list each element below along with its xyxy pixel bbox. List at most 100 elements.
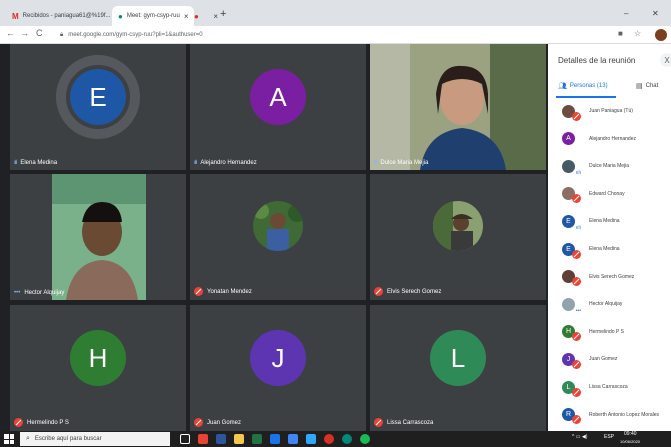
more-dots-icon: •••: [14, 290, 21, 296]
participant-list-item[interactable]: Elvis Serech Gomez: [548, 267, 671, 287]
participant-name: Alejandro Hernandez: [200, 160, 257, 166]
opera-app-icon[interactable]: [324, 434, 334, 444]
participant-tile[interactable]: Elvis Serech Gomez: [370, 174, 546, 300]
bookmark-star-icon[interactable]: ☆: [634, 29, 641, 38]
tab-chat[interactable]: ▤ Chat: [636, 82, 658, 90]
participant-list-item[interactable]: H Hermelindo P S: [548, 322, 671, 342]
tab-recording[interactable]: ● ×: [194, 6, 218, 26]
participant-list-item[interactable]: E Elena Medina: [548, 239, 671, 259]
participant-list-item[interactable]: A Alejandro Hernandez: [548, 129, 671, 149]
avatar-initial: A: [566, 135, 571, 143]
minimize-button[interactable]: –: [624, 9, 628, 18]
participant-name: Elvis Serech Gomez: [387, 288, 442, 295]
close-tab-icon[interactable]: ×: [180, 12, 189, 21]
reload-button[interactable]: C: [36, 28, 43, 38]
avatar-initial: E: [566, 245, 571, 253]
avatar-initial: R: [565, 411, 572, 419]
participant-tile[interactable]: E ıılı Elena Medina: [10, 44, 186, 170]
mic-muted-icon: [194, 418, 203, 427]
camera-icon[interactable]: ■: [618, 29, 623, 38]
tray-date[interactable]: 10/06/2020: [620, 439, 640, 444]
avatar-initial: E: [566, 217, 571, 225]
participant-name: Lissa Carrascoza: [589, 384, 628, 390]
participant-video-tile[interactable]: ••• Hector Alquijay: [10, 174, 186, 300]
participant-name-label: Elvis Serech Gomez: [374, 287, 441, 296]
meeting-details-panel: Detalles de la reunión X 👥︎ Personas (13…: [548, 44, 671, 431]
participant-name: Hector Alquijay: [24, 290, 65, 296]
audio-active-icon: ıılı: [374, 160, 378, 166]
participant-list-item[interactable]: J Juan Gomez: [548, 349, 671, 369]
spotify-app-icon[interactable]: [360, 434, 370, 444]
task-view-icon[interactable]: [180, 434, 190, 444]
audio-active-icon: ıılı: [575, 224, 581, 231]
participant-name: Edward Chonay: [589, 190, 625, 197]
participant-name: Elena Medina: [589, 218, 620, 225]
back-button[interactable]: ←: [6, 28, 15, 38]
profile-avatar[interactable]: [655, 29, 667, 41]
forward-button[interactable]: →: [20, 28, 29, 38]
audio-active-icon: ıılı: [575, 169, 581, 176]
word-app-icon[interactable]: [216, 434, 226, 444]
participant-list-item[interactable]: ıılı Dulce Maria Mejia: [548, 156, 671, 176]
close-panel-button[interactable]: X: [660, 53, 671, 67]
mic-muted-icon: [194, 287, 203, 296]
participant-avatar: •••: [562, 297, 581, 314]
participant-list-item[interactable]: R Roberth Antonio Lopez Morales: [548, 405, 671, 425]
participant-name-label: ıılı Elena Medina: [14, 160, 57, 166]
participant-tile[interactable]: J Juan Gomez: [190, 305, 366, 431]
tray-icons[interactable]: ^ ▭ ◀): [572, 434, 587, 440]
mic-muted-icon: [572, 111, 581, 121]
close-window-button[interactable]: ✕: [652, 9, 659, 18]
participant-tile[interactable]: H Hermelindo P S: [10, 305, 186, 431]
new-tab-button[interactable]: +: [220, 8, 226, 20]
meet-app-icon[interactable]: [342, 434, 352, 444]
file-explorer-icon[interactable]: [234, 434, 244, 444]
tab-meet[interactable]: ● Meet: gym-csyp-ruu ×: [112, 6, 194, 26]
participant-name: Alejandro Hernandez: [589, 135, 636, 142]
mic-muted-icon: [572, 277, 581, 287]
participant-video: [52, 174, 146, 300]
mic-muted-icon: [572, 249, 581, 259]
participant-tile[interactable]: Yonatan Mendez: [190, 174, 366, 300]
participant-tile[interactable]: L Lissa Carrascoza: [370, 305, 546, 431]
mic-muted-icon: [374, 287, 383, 296]
avatar-initial: J: [566, 355, 571, 363]
participant-list-item[interactable]: L Lissa Carrascoza: [548, 377, 671, 397]
people-icon: 👥︎: [558, 83, 567, 90]
tray-time[interactable]: 09:40: [624, 431, 637, 437]
participant-name: Hermelindo P S: [27, 419, 69, 426]
participant-video-tile[interactable]: ıılı Dulce Maria Mejia: [370, 44, 546, 170]
chat-icon: ▤: [636, 83, 643, 90]
close-tab-icon[interactable]: ×: [209, 12, 218, 21]
tab-title: Recibidos - paniagua61@%19f...: [22, 13, 111, 19]
participant-name-label: Hermelindo P S: [14, 418, 69, 427]
excel-app-icon[interactable]: [252, 434, 262, 444]
participant-tile[interactable]: A ıılı Alejandro Hernandez: [190, 44, 366, 170]
windows-start-icon[interactable]: [4, 434, 14, 444]
participant-name: Hector Alquijay: [589, 301, 623, 308]
recording-icon: ●: [194, 11, 199, 21]
tab-gmail[interactable]: M Recibidos - paniagua61@%19f... ×: [6, 6, 112, 26]
participant-avatar: J: [562, 352, 581, 369]
participant-list-item[interactable]: Eıılı Elena Medina: [548, 211, 671, 231]
participant-list-item[interactable]: ••• Hector Alquijay: [548, 294, 671, 314]
tab-people[interactable]: 👥︎ Personas (13): [558, 82, 608, 90]
participant-name: Elvis Serech Gomez: [589, 273, 635, 280]
store-app-icon[interactable]: [270, 434, 280, 444]
participant-list-item[interactable]: Juan Paniagua (Tú): [548, 101, 671, 121]
photoshop-app-icon[interactable]: [306, 434, 316, 444]
avatar-initial: L: [566, 383, 571, 391]
avatar: H: [70, 330, 126, 386]
participant-avatar: H: [562, 325, 581, 342]
chrome-app-icon[interactable]: [198, 434, 208, 444]
mail-app-icon[interactable]: [288, 434, 298, 444]
mic-muted-icon: [374, 418, 383, 427]
tray-language[interactable]: ESP: [604, 434, 614, 440]
participant-name-label: Lissa Carrascoza: [374, 418, 433, 427]
participant-list-item[interactable]: Edward Chonay: [548, 184, 671, 204]
url-field[interactable]: 🔒︎ meet.google.com/gym-csyp-ruu?pli=1&au…: [60, 28, 580, 42]
mic-muted-icon: [572, 332, 581, 342]
address-bar: ← → C 🔒︎ meet.google.com/gym-csyp-ruu?pl…: [0, 26, 671, 44]
taskbar-search-input[interactable]: ⌕ Escribe aquí para buscar: [20, 432, 170, 446]
mic-muted-icon: [572, 415, 581, 425]
